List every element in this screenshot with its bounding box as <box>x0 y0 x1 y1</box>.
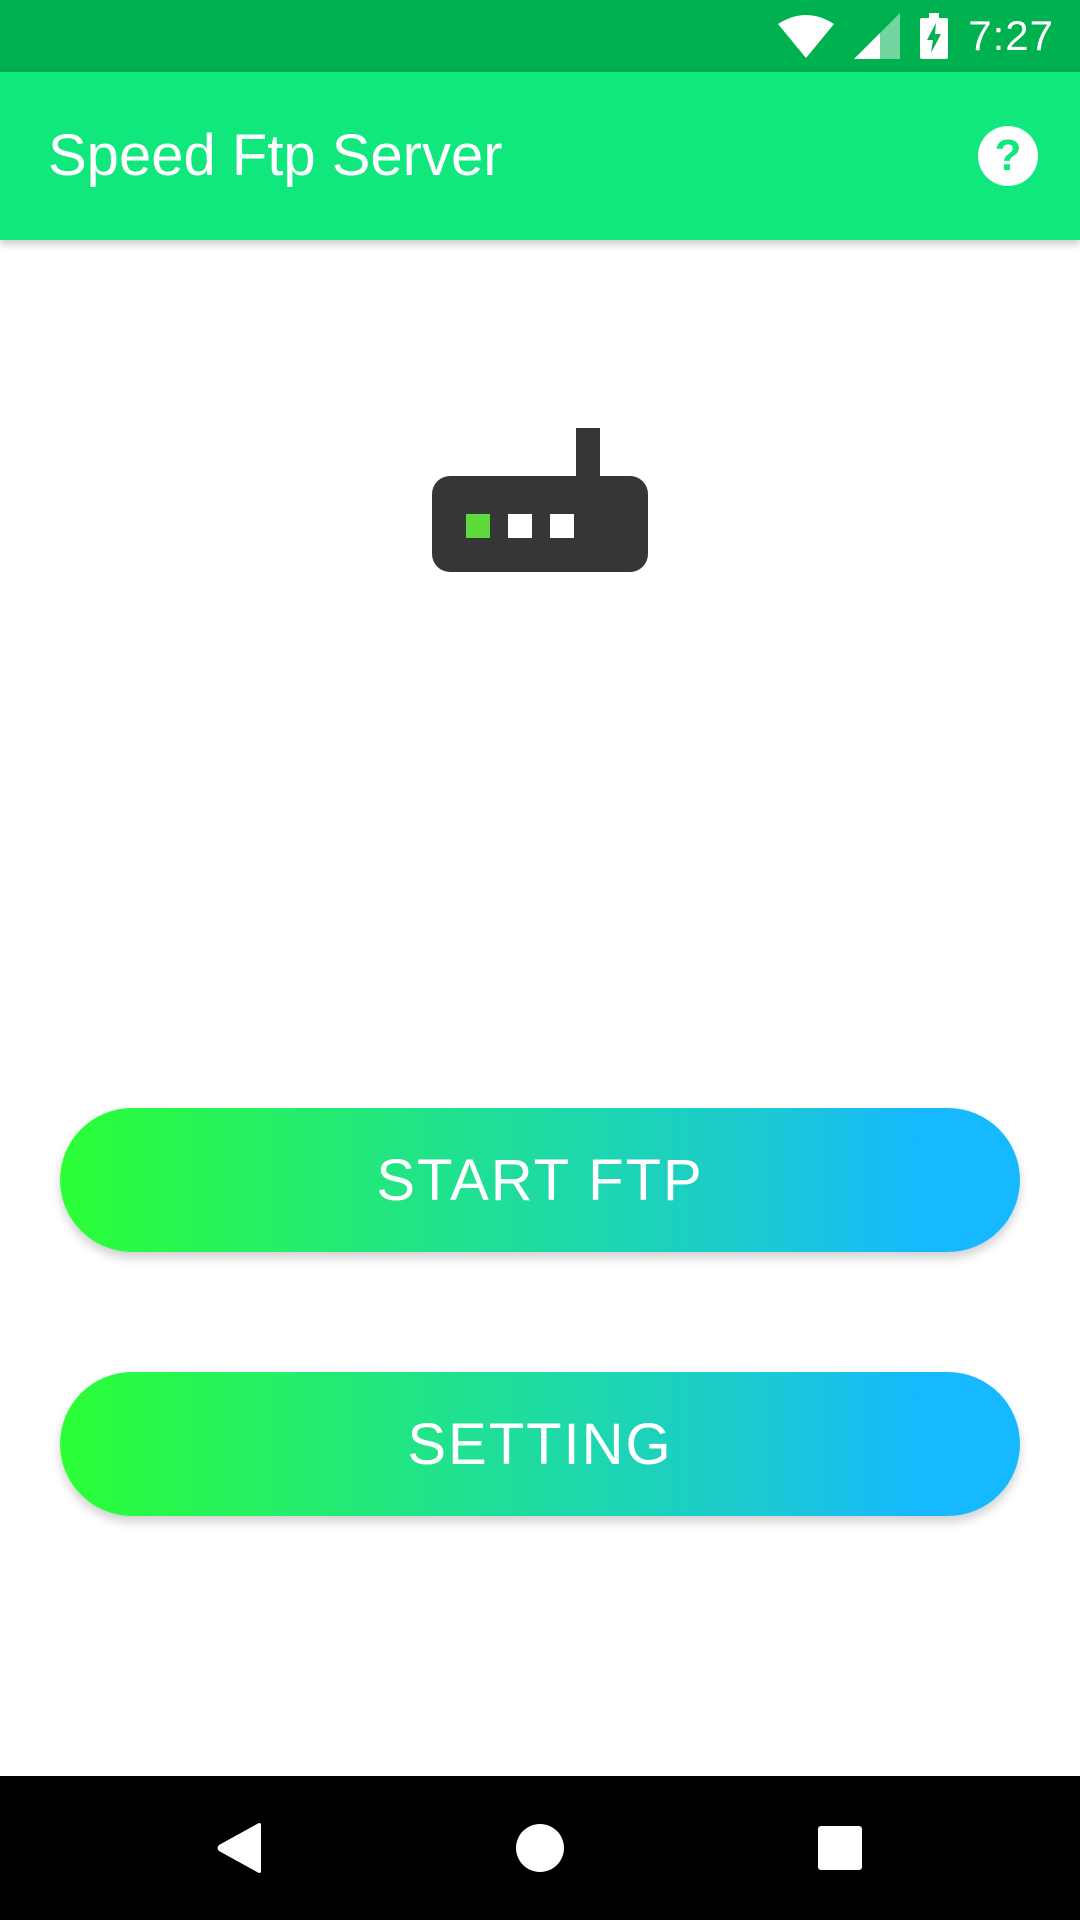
status-bar: 7:27 <box>0 0 1080 72</box>
router-antenna <box>576 428 600 480</box>
setting-label: SETTING <box>407 1411 673 1477</box>
app-title: Speed Ftp Server <box>48 123 503 188</box>
router-icon <box>432 428 648 572</box>
router-body <box>432 476 648 572</box>
navigation-bar <box>0 1776 1080 1920</box>
help-circle-icon: ? <box>994 131 1022 180</box>
help-button[interactable]: ? <box>978 126 1038 186</box>
router-led <box>550 514 574 538</box>
start-ftp-label: START FTP <box>376 1147 704 1213</box>
back-icon <box>217 1823 261 1873</box>
recents-icon <box>818 1826 862 1870</box>
home-icon <box>516 1824 564 1872</box>
status-icons: 7:27 <box>778 10 1054 62</box>
battery-charging-icon <box>920 13 949 59</box>
wifi-icon <box>778 15 835 58</box>
app-bar: Speed Ftp Server ? <box>0 72 1080 240</box>
router-led <box>508 514 532 538</box>
recents-button[interactable] <box>800 1808 880 1888</box>
router-led-active <box>466 514 490 538</box>
cell-signal-icon <box>854 13 901 59</box>
screen: 7:27 Speed Ftp Server ? START FTP SETTIN… <box>0 0 1080 1920</box>
home-button[interactable] <box>500 1808 580 1888</box>
back-button[interactable] <box>200 1808 280 1888</box>
setting-button[interactable]: SETTING <box>60 1372 1020 1516</box>
start-ftp-button[interactable]: START FTP <box>60 1108 1020 1252</box>
status-time: 7:27 <box>968 12 1054 59</box>
